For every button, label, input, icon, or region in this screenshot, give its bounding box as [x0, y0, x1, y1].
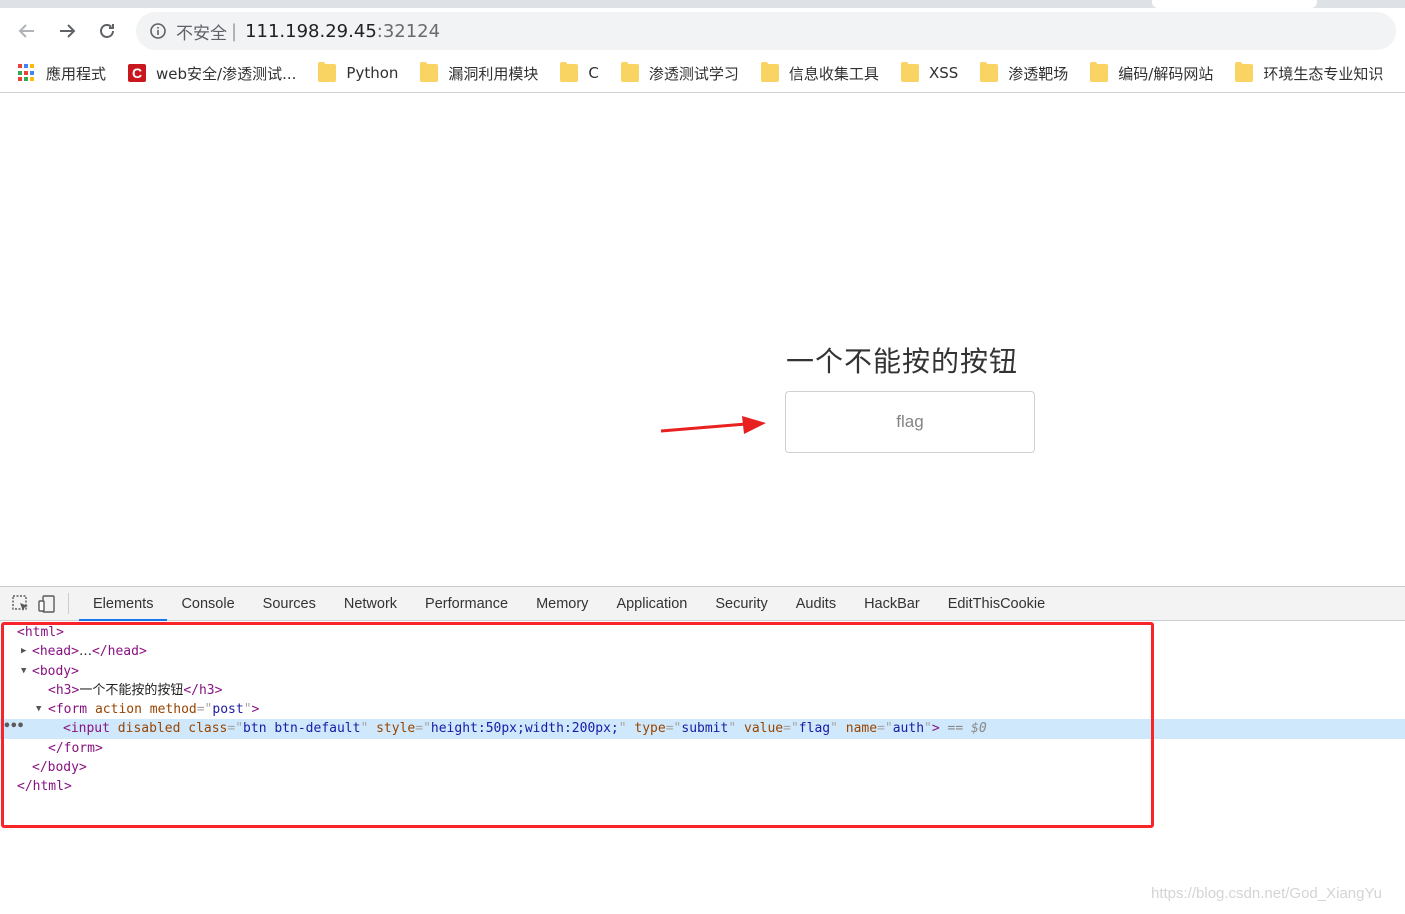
bookmark-folder-c[interactable]: C — [560, 62, 599, 82]
cursor-select-icon — [12, 594, 28, 611]
tab-memory[interactable]: Memory — [522, 587, 602, 620]
tab-strip — [0, 0, 1405, 8]
apps-grid-icon — [18, 64, 36, 82]
url-port: :32124 — [376, 20, 441, 42]
folder-icon — [420, 62, 439, 82]
bookmark-label: 编码/解码网站 — [1118, 64, 1214, 83]
address-separator: | — [231, 20, 238, 42]
bookmark-folder-ecosystem[interactable]: 环境生态专业知识 — [1235, 62, 1384, 84]
bookmark-folder-xss[interactable]: XSS — [900, 62, 959, 82]
folder-icon — [318, 62, 337, 82]
arrow-left-icon — [18, 24, 34, 38]
bookmark-folder-range[interactable]: 渗透靶场 — [980, 62, 1069, 84]
bookmark-csdn[interactable]: C web安全/渗透测试... — [128, 63, 296, 84]
folder-icon — [900, 62, 919, 82]
bookmark-label: 信息收集工具 — [788, 64, 879, 83]
arrow-right-icon — [60, 24, 76, 38]
tab-console[interactable]: Console — [167, 587, 248, 620]
folder-icon — [560, 62, 579, 82]
bookmarks-bar: 應用程式 C web安全/渗透测试... Python 漏洞利用模块 C 渗透测… — [0, 54, 1405, 93]
csdn-icon: C — [128, 64, 147, 82]
bookmark-label: 渗透测试学习 — [648, 64, 739, 83]
bookmark-folder-pentest[interactable]: 渗透测试学习 — [620, 62, 739, 84]
address-bar[interactable]: 不安全 | 111.198.29.45:32124 — [136, 12, 1396, 50]
folder-icon — [620, 62, 639, 82]
tab-hackbar[interactable]: HackBar — [850, 587, 934, 620]
bookmark-folder-encoding[interactable]: 编码/解码网站 — [1090, 62, 1214, 84]
tab-security[interactable]: Security — [701, 587, 781, 620]
device-toolbar-button[interactable] — [34, 587, 60, 620]
tab-performance[interactable]: Performance — [411, 587, 522, 620]
bookmark-folder-exploit[interactable]: 漏洞利用模块 — [420, 62, 539, 84]
bookmark-label: 渗透靶场 — [1008, 64, 1069, 83]
url-host: 111.198.29.45 — [245, 20, 377, 42]
folder-icon — [1090, 62, 1109, 82]
bookmark-folder-python[interactable]: Python — [318, 62, 399, 82]
info-icon[interactable] — [150, 23, 166, 39]
bookmark-label: Python — [346, 64, 399, 82]
tab-elements[interactable]: Elements — [79, 587, 168, 621]
folder-icon — [1235, 62, 1254, 82]
device-mode-icon — [38, 594, 55, 613]
devtools-tab-bar: Elements Console Sources Network Perform… — [0, 587, 1405, 621]
red-highlight-box-annotation — [1, 622, 1154, 828]
browser-toolbar: 不安全 | 111.198.29.45:32124 — [0, 8, 1405, 54]
red-arrow-annotation — [660, 416, 766, 434]
reload-icon — [100, 24, 114, 38]
bookmark-label: 漏洞利用模块 — [448, 64, 539, 83]
bookmark-label: XSS — [928, 64, 959, 82]
active-tab[interactable] — [1152, 0, 1317, 8]
toolbar-divider — [68, 593, 69, 614]
watermark: https://blog.csdn.net/God_XiangYu — [1151, 885, 1382, 902]
inspect-element-button[interactable] — [8, 587, 34, 620]
folder-icon — [760, 62, 779, 82]
bookmark-apps[interactable]: 應用程式 — [18, 63, 106, 84]
bookmark-label: C — [588, 64, 599, 82]
tab-audits[interactable]: Audits — [782, 587, 850, 620]
tab-application[interactable]: Application — [602, 587, 701, 620]
security-label: 不安全 — [176, 23, 227, 44]
bookmark-label: 應用程式 — [46, 64, 107, 83]
page-heading: 一个不能按的按钮 — [786, 345, 1019, 378]
reload-button[interactable] — [94, 18, 120, 44]
tab-network[interactable]: Network — [330, 587, 411, 620]
tab-editthiscookie[interactable]: EditThisCookie — [934, 587, 1060, 620]
back-button[interactable] — [14, 18, 40, 44]
bookmark-label: 环境生态专业知识 — [1263, 64, 1384, 83]
forward-button[interactable] — [54, 18, 80, 44]
bookmark-folder-recon[interactable]: 信息收集工具 — [760, 62, 879, 84]
flag-button[interactable]: flag — [785, 391, 1035, 453]
bookmark-label: web安全/渗透测试... — [156, 64, 297, 83]
tab-sources[interactable]: Sources — [249, 587, 330, 620]
folder-icon — [980, 62, 999, 82]
